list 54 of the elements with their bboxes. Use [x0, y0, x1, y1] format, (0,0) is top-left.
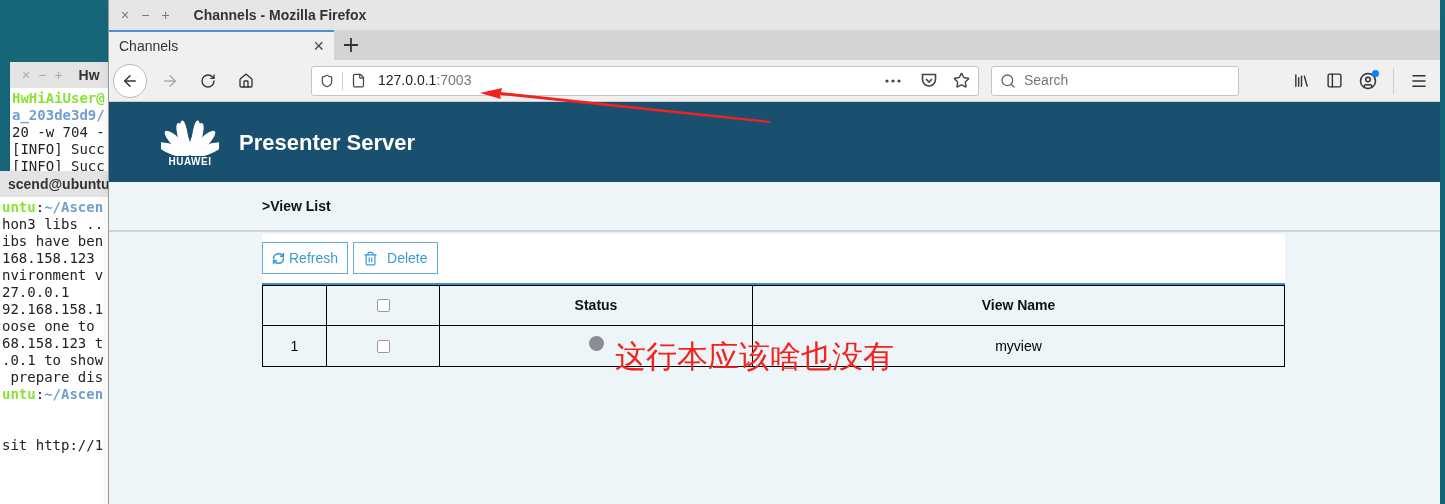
logo-text: HUAWEI [168, 156, 212, 168]
star-icon[interactable] [953, 72, 970, 89]
library-icon[interactable] [1293, 72, 1310, 89]
browser-tab[interactable]: Channels × [109, 30, 334, 60]
terminal-line: 92.168.158.1 [1, 301, 105, 318]
terminal-line: a_203de3d9/ [11, 107, 106, 124]
table-cell-text: myview [995, 336, 1042, 356]
shield-icon[interactable] [320, 73, 334, 88]
page-title: Presenter Server [239, 128, 416, 157]
terminal-line: nvironment v [1, 267, 105, 284]
breadcrumb: >View List [262, 196, 331, 216]
checkbox[interactable] [376, 339, 390, 353]
back-button[interactable] [113, 63, 147, 98]
terminal-line: untu:~/Ascen [1, 199, 105, 216]
page-icon [351, 73, 366, 88]
home-icon [238, 72, 254, 89]
window-title: scend@ubuntu [8, 174, 110, 194]
terminal-line: [INFO] Succ [11, 141, 106, 158]
terminal-line: untu:~/Ascen [1, 386, 105, 403]
address-bar[interactable]: 127.0.0.1:7003 [311, 65, 979, 96]
refresh-button[interactable]: Refresh [262, 242, 349, 274]
pocket-icon[interactable] [921, 73, 937, 88]
delete-button[interactable]: Delete [353, 242, 438, 274]
terminal-line: .0.1 to show [1, 352, 105, 369]
window-control[interactable]: − [141, 4, 150, 26]
tab-close-button[interactable]: × [313, 32, 324, 60]
url-text: 127.0.0.1:7003 [378, 71, 472, 90]
sidebar-icon[interactable] [1326, 72, 1343, 89]
account-button[interactable] [1359, 71, 1377, 90]
terminal-line: 68.158.123 t [1, 335, 105, 352]
terminal-line: HwHiAiUser@ [11, 90, 106, 107]
window-control[interactable]: × [121, 4, 130, 26]
terminal-line: sit http://1 [1, 437, 105, 454]
terminal-line: oose one to [1, 318, 96, 335]
column-header: Status [574, 296, 618, 315]
terminal-line: 168.158.123 [1, 250, 96, 267]
window-title: Channels - Mozilla Firefox [193, 5, 367, 25]
search-icon [1000, 72, 1016, 89]
window-control[interactable]: + [161, 4, 170, 26]
terminal-line: prepare dis [9, 369, 105, 386]
plus-icon[interactable] [344, 38, 358, 52]
row-number: 1 [290, 336, 299, 356]
more-icon[interactable] [885, 78, 901, 83]
refresh-icon [272, 251, 285, 265]
search-field[interactable]: Search [991, 65, 1239, 96]
column-header: View Name [981, 296, 1056, 315]
terminal-line: ibs have ben [1, 233, 105, 250]
trash-icon [363, 250, 379, 266]
reload-icon [200, 72, 216, 89]
window-title: Hw [78, 65, 100, 85]
terminal-line: hon3 libs .. [1, 216, 105, 233]
terminal-line: 20 -w 704 - [11, 124, 106, 141]
terminal-line: 27.0.0.1 [1, 284, 71, 301]
checkbox[interactable] [376, 299, 390, 312]
